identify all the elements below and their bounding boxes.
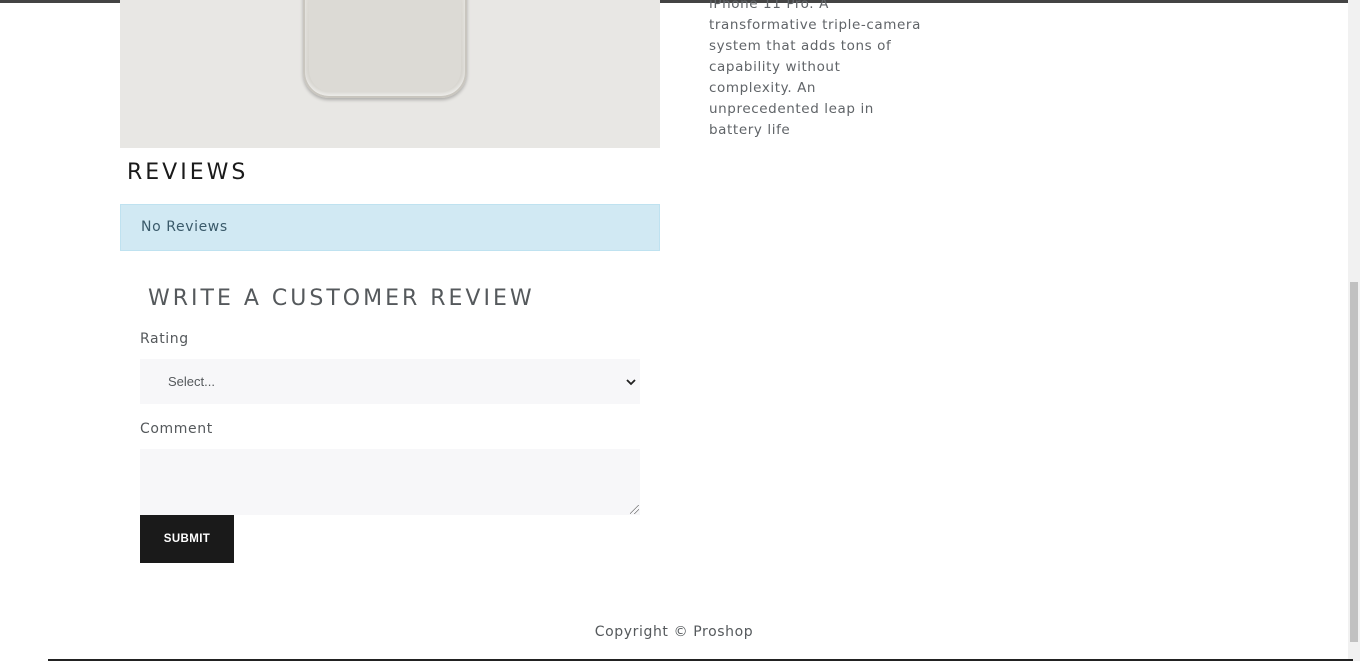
description-line: capability without xyxy=(709,59,841,75)
description-line: system that adds tons of xyxy=(709,38,892,54)
description-line: complexity. An xyxy=(709,80,817,96)
description-line: iPhone 11 Pro. A xyxy=(709,0,829,12)
description-line: unprecedented leap in xyxy=(709,101,874,117)
rating-select-value: Select... xyxy=(168,374,215,389)
description-line: transformative triple-camera xyxy=(709,17,921,33)
description-line: battery life xyxy=(709,122,791,138)
comment-label: Comment xyxy=(140,421,213,437)
product-image xyxy=(120,0,660,148)
submit-button[interactable]: SUBMIT xyxy=(140,515,234,563)
rating-select[interactable]: Select... xyxy=(140,359,640,404)
no-reviews-alert: No Reviews xyxy=(120,204,660,251)
comment-textarea[interactable] xyxy=(140,449,640,515)
rating-label: Rating xyxy=(140,331,189,347)
resize-grip-icon[interactable] xyxy=(630,505,639,514)
reviews-heading: REVIEWS xyxy=(127,160,249,185)
footer-copyright: Copyright © Proshop xyxy=(594,624,754,640)
iphone-image xyxy=(303,0,467,98)
page-scrollbar[interactable] xyxy=(1348,0,1360,661)
product-description: iPhone 11 Pro. A transformative triple-c… xyxy=(709,0,924,141)
chevron-down-icon xyxy=(626,375,636,389)
write-review-heading: WRITE A CUSTOMER REVIEW xyxy=(148,286,535,311)
scrollbar-thumb[interactable] xyxy=(1350,282,1358,642)
